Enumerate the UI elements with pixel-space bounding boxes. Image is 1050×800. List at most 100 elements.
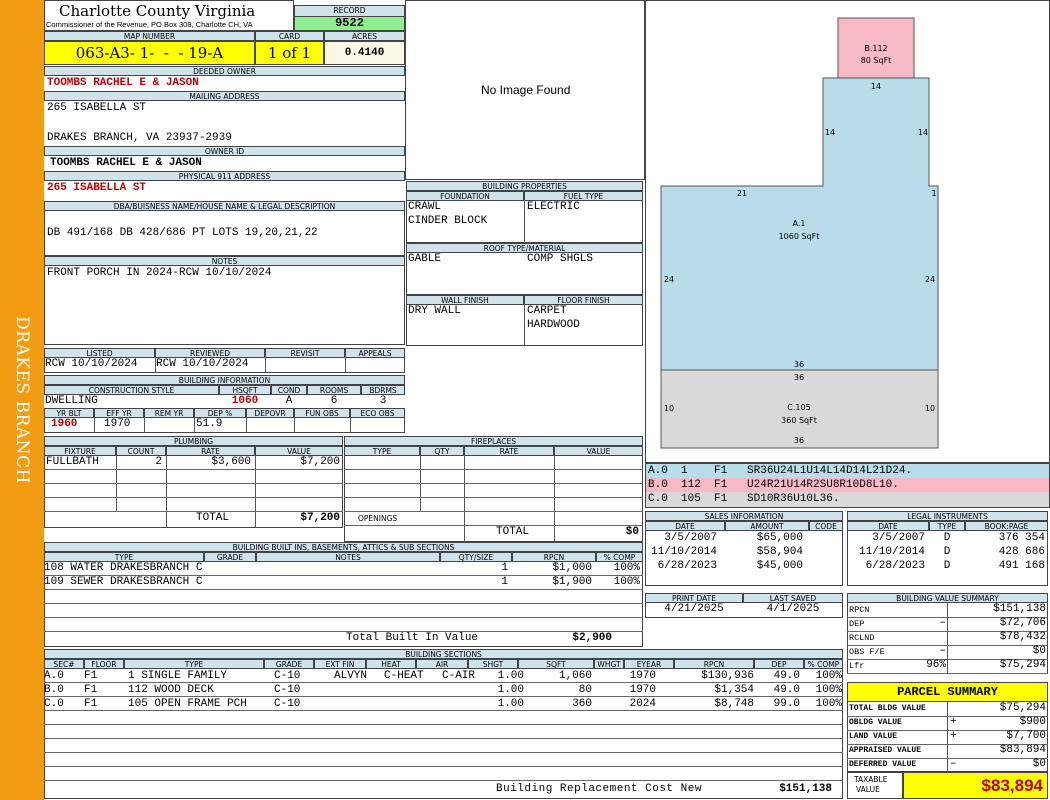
physical-address-label: PHYSICAL 911 ADDRESS: [44, 171, 405, 181]
yr-blt-value: 1960: [51, 418, 78, 430]
replacement-label: Building Replacement Cost New: [496, 783, 702, 795]
dim-label: 10: [925, 404, 935, 413]
section-cell-sec: C.0: [44, 698, 64, 710]
floor-finish-1: CARPET: [527, 305, 567, 317]
dim-label: 14: [918, 128, 928, 137]
physical-address: 265 ISABELLA ST: [47, 182, 147, 194]
built-in-comp: 100%: [613, 576, 640, 588]
sale-date: 3/5/2007: [664, 532, 717, 544]
section-cell-comp: 100%: [815, 670, 842, 682]
li-book: 491 168: [998, 560, 1045, 572]
vs-value: $72,706: [999, 617, 1046, 629]
row-line: [847, 673, 1048, 674]
fuel-type: ELECTRIC: [527, 201, 580, 213]
section-cell-type: 105 OPEN FRAME PCH: [128, 698, 247, 710]
sketch-area: B.112 80 SqFt A.1 1060 SqFt C.105 360 Sq…: [645, 0, 1050, 463]
divider: [524, 304, 525, 346]
hsqft-label: HSQFT: [219, 385, 271, 395]
card-label: CARD: [255, 31, 324, 41]
vs-sign: –: [939, 645, 946, 657]
section-cell-floor: F1: [84, 684, 98, 696]
ps-label: LAND VALUE: [849, 732, 898, 741]
built-ins-title: BUILDING BUILT INS, BASEMENTS, ATTICS & …: [44, 542, 643, 552]
sketch-code-c: C.0 105 F1 SD10R36U10L36.: [646, 492, 1049, 507]
fireplaces-total-label: TOTAL: [496, 526, 530, 538]
bdrms-value: 3: [379, 395, 387, 407]
row-line: [44, 738, 843, 739]
row-line: [344, 511, 643, 512]
floor-plan-sketch: B.112 80 SqFt A.1 1060 SqFt C.105 360 Sq…: [660, 17, 939, 449]
vs-value: $151,138: [993, 603, 1046, 615]
built-in-total-label: Total Built In Value: [346, 632, 479, 644]
sketch-b-label: B.112: [864, 44, 887, 53]
commissioner-address: Commissioner of the Revenue, PO Box 308,…: [46, 20, 253, 29]
section-cell-comp: 100%: [815, 684, 842, 696]
rooms-value: 6: [330, 395, 338, 407]
section-cell-ext: ALVYN: [334, 670, 368, 682]
deeded-owner: TOOMBS RACHEL E & JASON: [47, 77, 199, 89]
sketch-a-label: A.1: [793, 219, 806, 228]
bdrms-label: BDRMS: [361, 385, 405, 395]
dim-label: 24: [664, 275, 674, 284]
section-cell-grade: C-10: [274, 670, 301, 682]
dim-label: 21: [737, 189, 747, 198]
openings-label: OPENINGS: [358, 514, 398, 523]
row-line: [44, 780, 843, 781]
floor-finish-2: HARDWOOD: [527, 319, 580, 331]
acres-value: 0.4140: [324, 41, 405, 65]
row-line: [44, 603, 643, 604]
built-in-type: 108 WATER DRAKESBRANCH C: [44, 562, 203, 574]
map-number: 063-A3- 1- - - 19-A: [44, 41, 255, 65]
li-book: 428 686: [998, 546, 1045, 558]
section-cell-comp: 100%: [815, 698, 842, 710]
last-saved-date: 4/1/2025: [766, 603, 820, 615]
cond-label: COND: [271, 385, 307, 395]
legal-instruments-title: LEGAL INSTRUMENTS: [847, 511, 1048, 521]
dim-label: 36: [794, 436, 804, 445]
reviewed-value: RCW 10/10/2024: [156, 358, 249, 370]
vs-sign: –: [939, 617, 946, 629]
section-cell-floor: F1: [84, 670, 98, 682]
ps-value: $900: [1019, 716, 1046, 728]
sale-date: 11/10/2014: [650, 546, 717, 558]
row-line: [44, 589, 643, 590]
legal-description: DB 491/168 DB 428/686 PT LOTS 19,20,21,2…: [47, 227, 318, 239]
li-type: D: [943, 560, 951, 572]
property-photo: No Image Found: [405, 0, 645, 180]
section-cell-dep: 99.0: [773, 698, 800, 710]
built-in-rpcn: $1,900: [552, 576, 592, 588]
divider: [947, 716, 948, 730]
mailing-line-2: DRAKES BRANCH, VA 23937-2939: [47, 132, 232, 144]
divider: [524, 200, 525, 243]
deeded-owner-label: DEEDED OWNER: [44, 66, 405, 76]
divider: [94, 417, 95, 433]
built-in-rpcn: $1,000: [552, 562, 592, 574]
vs-value: $0: [1032, 645, 1046, 657]
row-line: [44, 766, 843, 767]
built-in-qty: 1: [501, 562, 508, 574]
sketch-code-a: A.0 1 F1 SR36U24L1U14L14D14L21D24.: [646, 464, 1049, 479]
county-name: Charlotte County Virginia: [59, 2, 256, 20]
sketch-b-area: 80 SqFt: [861, 56, 892, 65]
section-cell-dep: 49.0: [773, 684, 800, 696]
divider: [947, 631, 948, 645]
divider: [947, 702, 948, 716]
divider: [350, 417, 351, 433]
divider: [947, 744, 948, 758]
taxable-value: $83,894: [903, 772, 1048, 799]
wall-finish: DRY WALL: [408, 305, 461, 317]
section-cell-sec: A.0: [44, 670, 64, 682]
plumbing-title: PLUMBING: [44, 436, 343, 446]
dim-label: 24: [925, 275, 935, 284]
record-number: 9522: [294, 16, 405, 31]
sketch-a-area: 1060 SqFt: [779, 232, 820, 241]
county-header: Charlotte County Virginia Commissioner o…: [44, 0, 294, 31]
dim-label: 14: [825, 128, 835, 137]
vs-value: $78,432: [999, 631, 1046, 643]
construction-style-label: CONSTRUCTION STYLE: [44, 385, 219, 395]
divider: [947, 617, 948, 631]
parcel-summary-title: PARCEL SUMMARY: [847, 682, 1048, 702]
vs-label: Lfr: [849, 661, 865, 671]
li-type: D: [943, 546, 951, 558]
building-properties-title: BUILDING PROPERTIES: [406, 181, 643, 191]
